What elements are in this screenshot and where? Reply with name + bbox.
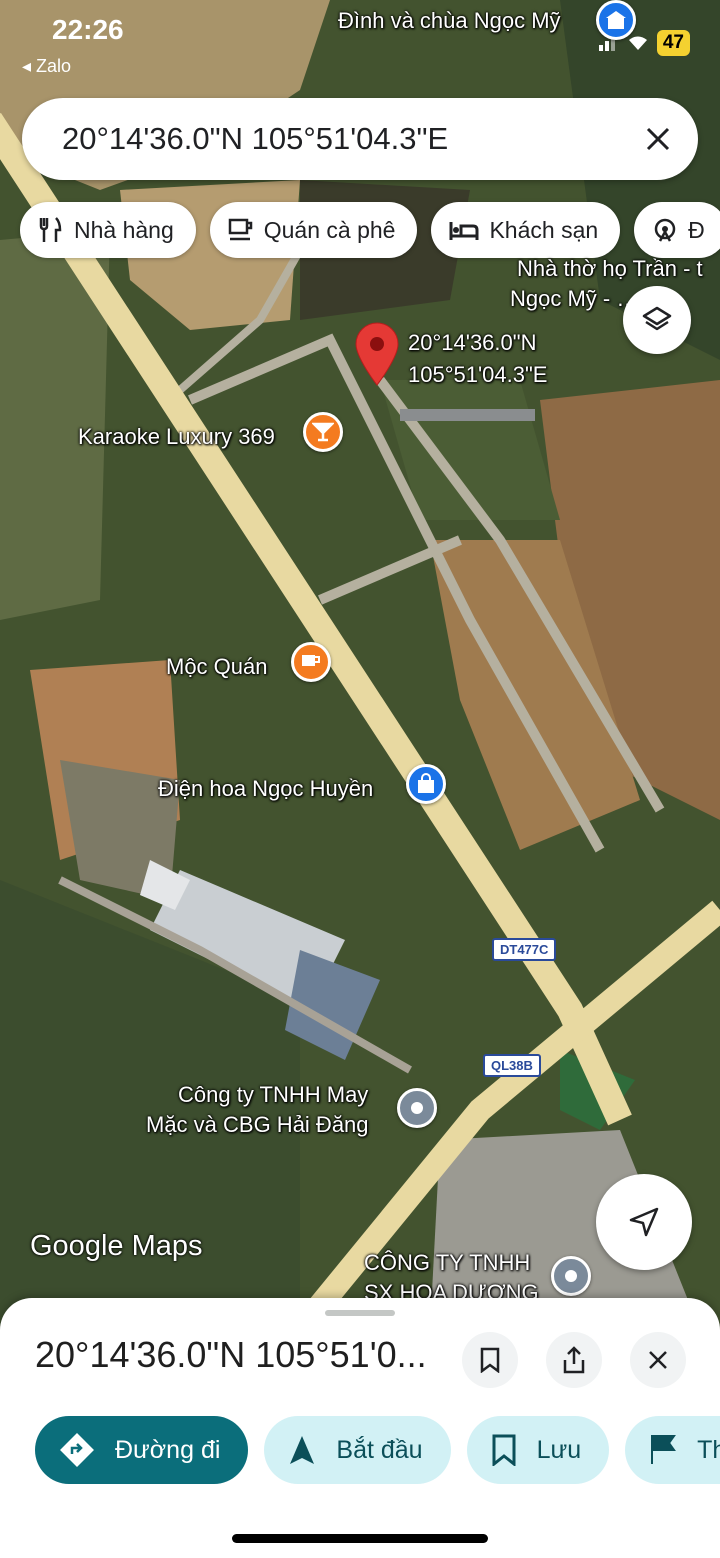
action-buttons: Đường đi Bắt đầu Lưu Th bbox=[35, 1416, 720, 1484]
save-button[interactable]: Lưu bbox=[466, 1416, 610, 1484]
hotel-icon bbox=[449, 222, 479, 240]
close-icon bbox=[646, 127, 670, 151]
chip-cafes[interactable]: Quán cà phê bbox=[209, 202, 418, 258]
restaurant-icon bbox=[39, 217, 62, 242]
navigation-icon bbox=[290, 1436, 315, 1464]
map-label-nha-tho-1[interactable]: Nhà thờ họ Trần - t bbox=[517, 256, 703, 282]
bottom-sheet[interactable]: 20°14'36.0"N 105°51'0... Đường đi Bắt đầ… bbox=[0, 1298, 720, 1558]
temple-poi-icon[interactable] bbox=[596, 0, 636, 40]
home-indicator[interactable] bbox=[232, 1534, 488, 1543]
chip-label: Khách sạn bbox=[489, 216, 599, 243]
cafe-icon bbox=[228, 218, 252, 241]
bookmark-icon bbox=[480, 1347, 500, 1373]
map-label-cong-ty-may-2[interactable]: Mặc và CBG Hải Đăng bbox=[146, 1112, 369, 1138]
close-sheet-button[interactable] bbox=[630, 1332, 686, 1388]
map-label-cong-ty-may-1[interactable]: Công ty TNHH May bbox=[178, 1082, 368, 1108]
location-pin-icon[interactable] bbox=[354, 322, 400, 386]
navigation-arrow-icon bbox=[629, 1207, 659, 1237]
close-icon bbox=[649, 1351, 667, 1369]
pin-label-lng: 105°51'04.3"E bbox=[408, 362, 548, 387]
start-label: Bắt đầu bbox=[336, 1435, 423, 1464]
map-label-dien-hoa[interactable]: Điện hoa Ngọc Huyền bbox=[158, 776, 373, 802]
share-button[interactable] bbox=[546, 1332, 602, 1388]
chip-label: Nhà hàng bbox=[74, 216, 174, 243]
directions-icon bbox=[60, 1433, 94, 1467]
wifi-icon bbox=[628, 36, 647, 50]
map-label-cong-ty-sx-1[interactable]: CÔNG TY TNHH bbox=[364, 1250, 530, 1276]
road-shield-dt477c: DT477C bbox=[492, 938, 557, 961]
bar-poi-icon[interactable] bbox=[303, 412, 343, 452]
chip-label: Đ bbox=[688, 216, 705, 243]
cafe-poi-icon[interactable] bbox=[291, 642, 331, 682]
flag-icon bbox=[651, 1435, 677, 1464]
pin-label-lat: 20°14'36.0"N bbox=[408, 330, 537, 355]
chip-attractions[interactable]: Đ bbox=[634, 202, 720, 258]
category-chips: Nhà hàng Quán cà phê Khách sạn Đ bbox=[20, 202, 720, 258]
company-poi-icon[interactable] bbox=[551, 1256, 591, 1296]
chip-restaurants[interactable]: Nhà hàng bbox=[20, 202, 196, 258]
label-button-label: Th bbox=[697, 1435, 720, 1464]
google-maps-logo: Google Maps bbox=[30, 1230, 203, 1262]
map-label-karaoke[interactable]: Karaoke Luxury 369 bbox=[78, 424, 275, 450]
back-to-app[interactable]: ◂ Zalo bbox=[22, 56, 71, 77]
chip-label: Quán cà phê bbox=[263, 216, 396, 243]
battery-indicator: 47 bbox=[656, 30, 690, 56]
search-input[interactable]: 20°14'36.0"N 105°51'04.3"E bbox=[62, 121, 638, 157]
clear-search-button[interactable] bbox=[638, 119, 678, 159]
bookmark-icon bbox=[492, 1434, 516, 1466]
start-button[interactable]: Bắt đầu bbox=[264, 1416, 451, 1484]
layers-icon bbox=[642, 306, 672, 331]
directions-button[interactable]: Đường đi bbox=[35, 1416, 249, 1484]
save-icon-button[interactable] bbox=[462, 1332, 518, 1388]
back-arrow-icon: ◂ bbox=[22, 56, 37, 76]
share-icon bbox=[563, 1346, 585, 1374]
shopping-poi-icon[interactable] bbox=[406, 764, 446, 804]
directions-label: Đường đi bbox=[115, 1435, 221, 1464]
back-app-label: Zalo bbox=[36, 56, 72, 76]
label-button[interactable]: Th bbox=[625, 1416, 720, 1484]
sheet-drag-handle[interactable] bbox=[325, 1310, 395, 1316]
attraction-icon bbox=[654, 218, 676, 242]
search-bar[interactable]: 20°14'36.0"N 105°51'04.3"E bbox=[22, 98, 698, 180]
company-poi-icon[interactable] bbox=[397, 1088, 437, 1128]
road-shield-ql38b: QL38B bbox=[483, 1054, 541, 1077]
my-location-button[interactable] bbox=[596, 1174, 692, 1270]
map-label-dinh-chua[interactable]: Đình và chùa Ngọc Mỹ bbox=[338, 8, 561, 34]
layers-button[interactable] bbox=[623, 286, 691, 354]
save-label: Lưu bbox=[536, 1435, 582, 1464]
place-title: 20°14'36.0"N 105°51'0... bbox=[35, 1334, 427, 1375]
map-label-moc-quan[interactable]: Mộc Quán bbox=[166, 654, 268, 680]
status-time: 22:26 bbox=[52, 14, 124, 45]
chip-hotels[interactable]: Khách sạn bbox=[431, 202, 621, 258]
